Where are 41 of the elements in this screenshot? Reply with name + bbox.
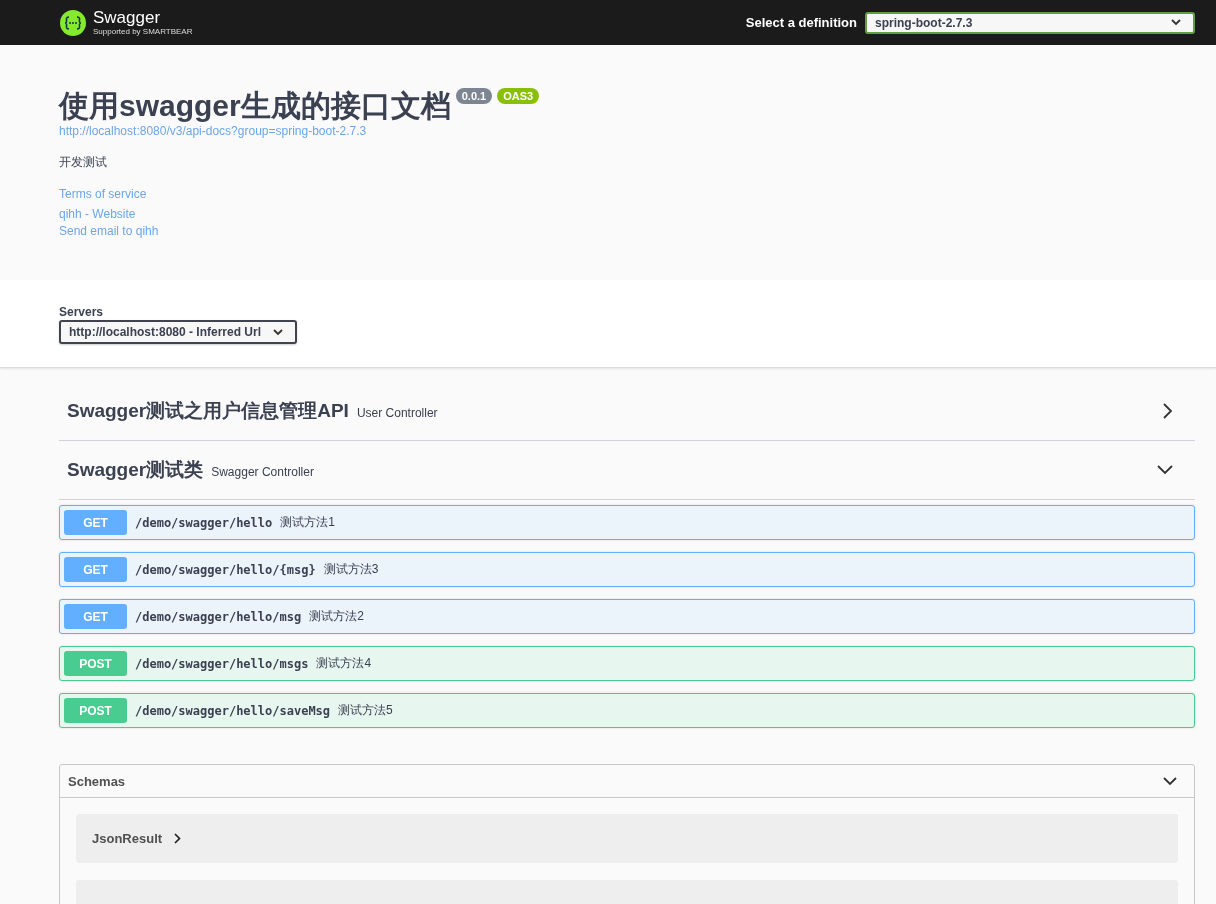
method-badge: GET xyxy=(64,510,127,535)
operation-row[interactable]: POST /demo/swagger/hello/msgs 测试方法4 xyxy=(59,646,1195,681)
chevron-right-icon xyxy=(174,833,182,844)
operation-row[interactable]: GET /demo/swagger/hello/msg 测试方法2 xyxy=(59,599,1195,634)
schemas-title: Schemas xyxy=(68,773,126,789)
version-badge: 0.0.1 xyxy=(455,88,493,104)
endpoint-path: /demo/swagger/hello/{msg} xyxy=(135,562,316,577)
operation-row[interactable]: GET /demo/swagger/hello/{msg} 测试方法3 xyxy=(59,552,1195,587)
endpoint-path: /demo/swagger/hello/msgs xyxy=(135,656,309,671)
api-title: 使用swagger生成的接口文档 xyxy=(59,88,451,124)
endpoint-summary: 测试方法4 xyxy=(316,655,372,672)
chevron-right-icon xyxy=(1163,403,1173,419)
definition-label: Select a definition xyxy=(745,15,857,30)
chevron-down-icon xyxy=(1157,465,1173,475)
chevron-down-icon xyxy=(273,328,284,336)
operation-row[interactable]: GET /demo/swagger/hello 测试方法1 xyxy=(59,505,1195,540)
operation-row[interactable]: POST /demo/swagger/hello/saveMsg 测试方法5 xyxy=(59,693,1195,728)
brand-name: Swagger xyxy=(93,9,162,26)
endpoint-summary: 测试方法2 xyxy=(309,608,364,625)
logo-icon xyxy=(59,8,87,37)
brand-tagline: Supported by SMARTBEAR xyxy=(93,28,193,36)
tag-header[interactable]: Swagger测试类 Swagger Controller xyxy=(59,441,1195,500)
endpoint-path: /demo/swagger/hello/saveMsg xyxy=(135,703,331,718)
method-badge: POST xyxy=(64,651,127,676)
chevron-down-icon xyxy=(1171,19,1181,26)
endpoint-path: /demo/swagger/hello/msg xyxy=(135,609,302,624)
endpoint-summary: 测试方法1 xyxy=(280,514,335,531)
endpoint-summary: 测试方法3 xyxy=(323,561,379,578)
servers-label: Servers xyxy=(59,305,104,319)
endpoint-path: /demo/swagger/hello xyxy=(135,515,273,530)
chevron-down-icon[interactable] xyxy=(1163,776,1177,786)
schema-model[interactable]: JsonResult xyxy=(76,814,1178,863)
endpoint-summary: 测试方法5 xyxy=(338,702,393,719)
servers-select[interactable]: http://localhost:8080 - Inferred Url xyxy=(59,320,298,344)
oas-badge: OAS3 xyxy=(497,88,540,104)
definition-select[interactable]: spring-boot-2.7.3 xyxy=(865,11,1195,34)
method-badge: POST xyxy=(64,698,127,723)
tag-header[interactable]: Swagger测试之用户信息管理API User Controller xyxy=(59,382,1195,441)
api-description: 开发测试 xyxy=(59,154,108,171)
method-badge: GET xyxy=(64,557,127,582)
method-badge: GET xyxy=(64,604,127,629)
